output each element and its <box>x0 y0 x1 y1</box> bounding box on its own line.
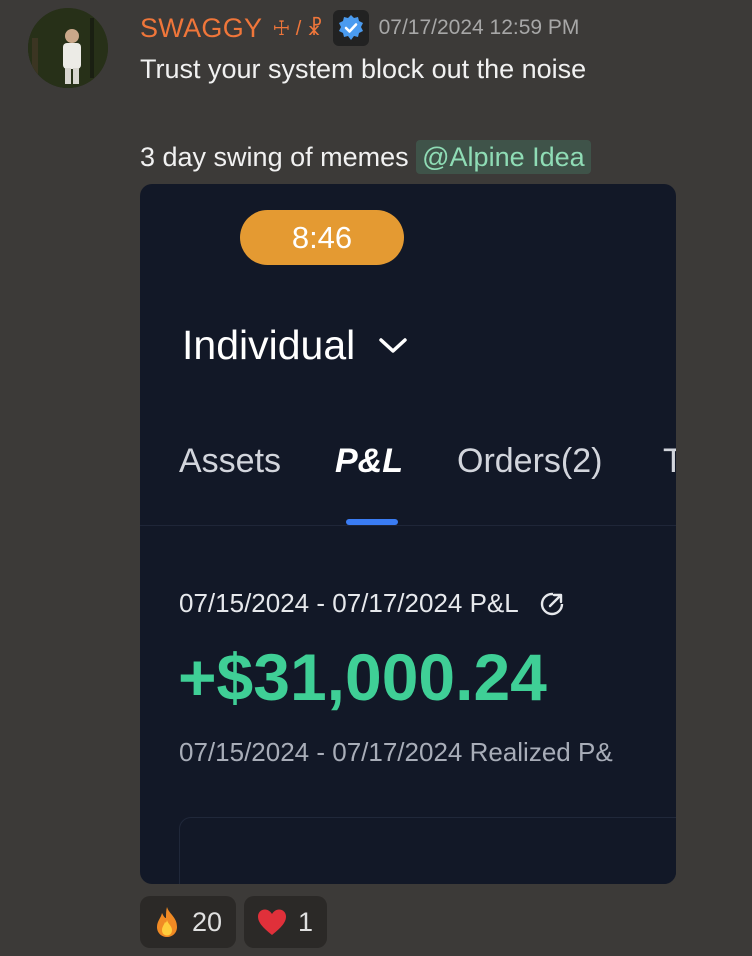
user-mention[interactable]: @Alpine Idea <box>416 140 591 174</box>
role-tags: ☩ / ☧ <box>272 17 323 40</box>
fire-icon <box>152 905 182 939</box>
tab-pnl: P&L <box>335 442 403 480</box>
message-header: SWAGGY ☩ / ☧ 07/17/2024 12:59 PM <box>140 10 579 46</box>
summary-card <box>179 817 676 884</box>
avatar[interactable] <box>28 8 108 88</box>
reaction-fire[interactable]: 20 <box>140 896 237 948</box>
reaction-count: 1 <box>298 906 314 937</box>
image-attachment[interactable]: 8:46 Individual Assets P&L Orders(2) T 0… <box>140 184 676 884</box>
tab-orders: Orders(2) <box>457 442 603 480</box>
tab-truncated: T <box>663 442 676 480</box>
pnl-range-label: 07/15/2024 - 07/17/2024 P&L <box>179 588 519 618</box>
message-text-line1: Trust your system block out the noise <box>140 54 587 84</box>
account-name: Individual <box>182 322 356 368</box>
heart-icon <box>256 907 288 937</box>
message-text-line2: 3 day swing of memes @Alpine Idea <box>140 140 591 174</box>
realized-pnl-label: 07/15/2024 - 07/17/2024 Realized P& <box>179 737 613 767</box>
reaction-bar: 20 1 <box>140 896 335 948</box>
status-time-pill: 8:46 <box>240 210 404 265</box>
message-timestamp: 07/17/2024 12:59 PM <box>378 16 580 39</box>
account-selector: Individual <box>182 322 409 369</box>
divider <box>140 525 676 526</box>
verified-badge-icon <box>332 10 369 46</box>
chevron-down-icon <box>379 337 407 353</box>
pnl-value: +$31,000.24 <box>178 640 547 714</box>
message-text: 3 day swing of memes <box>140 142 409 172</box>
reaction-count: 20 <box>192 906 223 937</box>
share-icon <box>540 592 564 615</box>
pnl-range: 07/15/2024 - 07/17/2024 P&L <box>179 588 565 619</box>
tab-assets: Assets <box>179 442 282 480</box>
username[interactable]: SWAGGY <box>140 13 262 44</box>
reaction-heart[interactable]: 1 <box>244 896 328 948</box>
